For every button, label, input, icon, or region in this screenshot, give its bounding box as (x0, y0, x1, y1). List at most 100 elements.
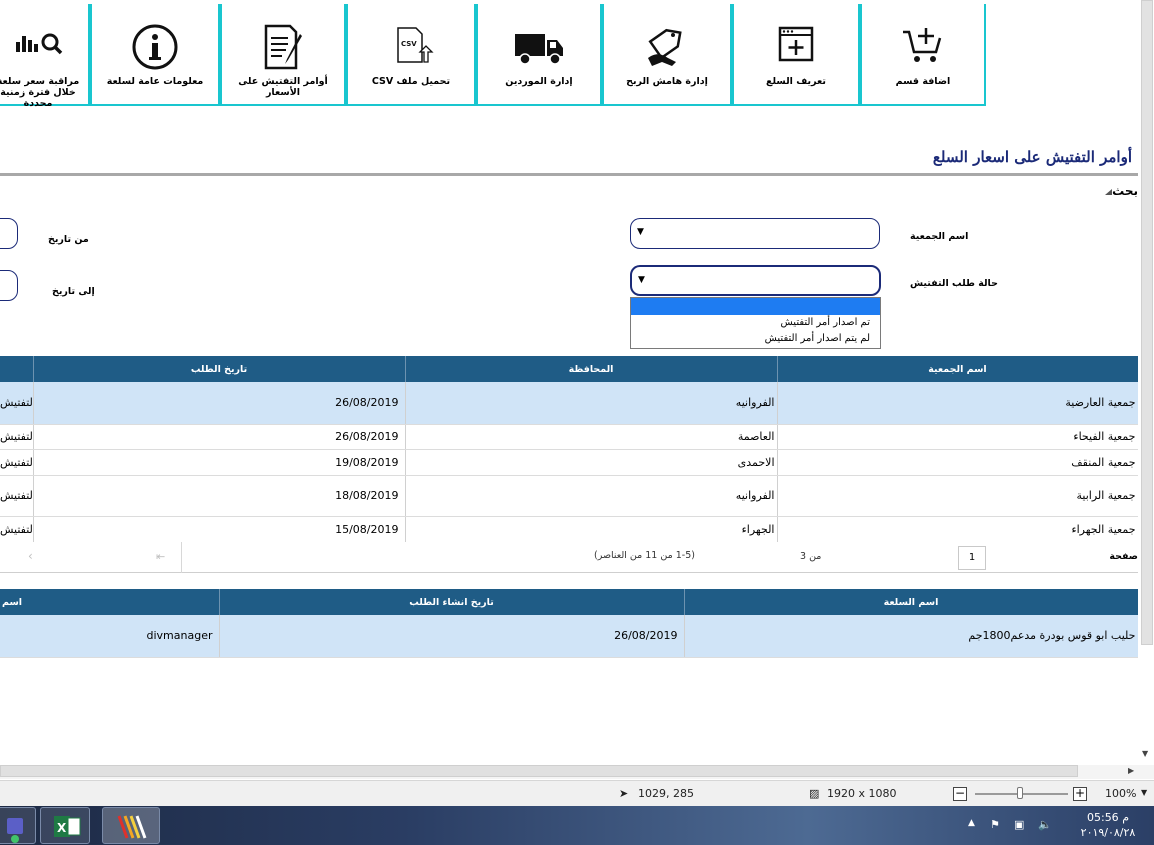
orders-table: تاريخ الطلب المحافظة اسم الجمعية لم يتم … (0, 356, 1139, 543)
column-header-user[interactable]: اسم (0, 589, 220, 615)
pagination-bar: صفحة 1 من 3 (1-5 من 11 من العناصر) ⇤ ‹ (0, 542, 1138, 573)
page-title: أوامر التفتيش على اسعار السلع (932, 148, 1132, 166)
tile-define-items[interactable]: تعريف السلع (732, 4, 860, 106)
column-header-society[interactable]: اسم الجمعية (777, 356, 1139, 382)
cell-society: جمعية الجهراء (777, 516, 1139, 543)
volume-icon[interactable]: 🔈 (1038, 818, 1052, 831)
excel-icon: X (54, 816, 81, 837)
tile-csv-upload[interactable]: CSV تحميل ملف CSV (346, 4, 476, 106)
zoom-slider-handle[interactable] (1017, 787, 1023, 799)
cell-status: لم يتم اصدار أمر التفتيش (0, 475, 34, 517)
tile-label: أوامر التفتيش على الأسعار (238, 76, 328, 98)
page-label: صفحة (1109, 551, 1138, 562)
table-row[interactable]: تم اصدار أمر التفتيش 15/08/2019 الجهراء … (0, 516, 1139, 543)
cell-governorate: الفروانيه (405, 382, 778, 425)
scroll-right-arrow-icon[interactable]: ▶ (1128, 766, 1134, 775)
cell-date: 15/08/2019 (33, 516, 406, 543)
society-select[interactable]: ▼ (630, 218, 880, 249)
zoom-menu-arrow-icon[interactable]: ▼ (1141, 788, 1147, 797)
cell-governorate: الفروانيه (405, 475, 778, 517)
taskbar-app-teams[interactable] (0, 807, 36, 844)
taskbar-clock[interactable]: 05:56 م ٢٠١٩/٠٨/٢٨ (1066, 810, 1150, 840)
tile-profit-margin[interactable]: إدارة هامش الربح (602, 4, 732, 106)
status-select[interactable]: ▼ (630, 265, 881, 296)
cell-created-date: 26/08/2019 (219, 615, 685, 658)
first-page-icon[interactable]: ⇤ (156, 550, 165, 563)
cell-status: تم اصدار أمر التفتيش (0, 449, 34, 476)
tile-price-monitoring[interactable]: مراقبة سعر سلعة خلال فترة زمنية محددة (0, 4, 90, 109)
cell-date: 26/08/2019 (33, 424, 406, 450)
tile-add-section[interactable]: اضافة قسم (860, 4, 986, 106)
cell-user: divmanager (0, 615, 220, 658)
from-date-label: من تاريخ (48, 234, 89, 245)
cell-society: جمعية المنقف (777, 449, 1139, 476)
cell-society: جمعية الرابية (777, 475, 1139, 517)
table-row[interactable]: تم اصدار أمر التفتيش 19/08/2019 الاحمدى … (0, 449, 1139, 476)
cell-society: جمعية الفيحاء (777, 424, 1139, 450)
svg-text:CSV: CSV (401, 40, 417, 48)
csv-upload-icon: CSV (348, 22, 474, 72)
tile-label: تعريف السلع (766, 76, 826, 87)
dropdown-option-issued[interactable]: تم اصدار أمر التفتيش (631, 315, 880, 331)
cell-governorate: الاحمدى (405, 449, 778, 476)
society-label: اسم الجمعية (910, 231, 969, 242)
column-header-governorate[interactable]: المحافظة (405, 356, 778, 382)
pointer-icon: ➤ (619, 787, 629, 800)
page-count: من 3 (800, 551, 822, 562)
tile-inspection-orders[interactable]: أوامر التفتيش على الأسعار (220, 4, 346, 106)
action-center-flag-icon[interactable]: ⚑ (990, 818, 1000, 831)
status-label: حالة طلب التفتيش (910, 278, 998, 289)
table-header-row: تاريخ الطلب المحافظة اسم الجمعية (0, 356, 1139, 382)
from-date-input[interactable] (0, 218, 18, 249)
cell-item-name: حليب ابو قوس بودرة مدعم1800جم (684, 615, 1139, 658)
chart-search-icon (0, 22, 88, 72)
tile-label: تحميل ملف CSV (371, 76, 451, 87)
column-header-date[interactable]: تاريخ الطلب (33, 356, 406, 382)
search-section-toggle[interactable]: بحث (1100, 184, 1138, 198)
tile-label: اضافة قسم (895, 76, 951, 87)
cell-society: جمعية العارضية (777, 382, 1139, 425)
page-number-input[interactable]: 1 (958, 546, 986, 570)
cell-status: لم يتم اصدار أمر التفتيش (0, 382, 34, 425)
scroll-down-arrow-icon[interactable]: ▼ (1142, 749, 1148, 758)
tray-expand-icon[interactable]: ▲ (968, 818, 975, 828)
table-row[interactable]: تم اصدار أمر التفتيش 26/08/2019 العاصمة … (0, 424, 1139, 450)
truck-icon (478, 22, 600, 72)
dropdown-arrow-icon: ▼ (638, 275, 645, 285)
teams-icon (7, 818, 23, 843)
dropdown-option-not-issued[interactable]: لم يتم اصدار أمر التفتيش (631, 331, 880, 347)
network-icon[interactable]: ▣ (1014, 818, 1024, 831)
viewer-status-bar: ➤ 1029, 285 ▨ 1920 x 1080 − + 100% ▼ (0, 780, 1154, 806)
zoom-level: 100% (1105, 787, 1137, 800)
cell-date: 26/08/2019 (33, 382, 406, 425)
vertical-scroll-thumb[interactable] (1141, 0, 1153, 645)
title-divider (0, 173, 1138, 176)
items-range: (1-5 من 11 من العناصر) (594, 550, 695, 561)
column-header-item-name[interactable]: اسم السلعة (684, 589, 1139, 615)
clock-time: 05:56 م (1086, 811, 1129, 824)
taskbar-app-image-viewer[interactable] (102, 807, 160, 844)
cell-date: 18/08/2019 (33, 475, 406, 517)
tile-item-general-info[interactable]: معلومات عامة لسلعة (90, 4, 220, 106)
cell-governorate: العاصمة (405, 424, 778, 450)
zoom-in-button[interactable]: + (1073, 787, 1087, 801)
zoom-out-button[interactable]: − (953, 787, 967, 801)
taskbar-app-excel[interactable]: X (40, 807, 90, 844)
table-row[interactable]: لم يتم اصدار أمر التفتيش 18/08/2019 الفر… (0, 475, 1139, 517)
tile-label: مراقبة سعر سلعة خلال فترة زمنية محددة (0, 76, 80, 109)
tile-suppliers[interactable]: إدارة الموردين (476, 4, 602, 106)
cart-add-icon (862, 22, 984, 72)
dropdown-option-empty[interactable] (631, 298, 880, 315)
pager-divider (181, 542, 182, 573)
horizontal-scroll-thumb[interactable] (0, 765, 1078, 777)
table-row[interactable]: لم يتم اصدار أمر التفتيش 26/08/2019 الفر… (0, 382, 1139, 425)
to-date-input[interactable] (0, 270, 18, 301)
previous-page-icon[interactable]: ‹ (28, 549, 33, 563)
clock-date: ٢٠١٩/٠٨/٢٨ (1080, 826, 1136, 839)
windows-taskbar: X ▲ ⚑ ▣ 🔈 05:56 م ٢٠١٩/٠٨/٢٨ (0, 806, 1154, 845)
table-row[interactable]: divmanager 26/08/2019 حليب ابو قوس بودرة… (0, 615, 1139, 658)
price-tag-hand-icon (604, 22, 730, 72)
search-heading: بحث (1112, 184, 1138, 198)
column-header-created-date[interactable]: تاريخ انشاء الطلب (219, 589, 685, 615)
cell-status: تم اصدار أمر التفتيش (0, 516, 34, 543)
